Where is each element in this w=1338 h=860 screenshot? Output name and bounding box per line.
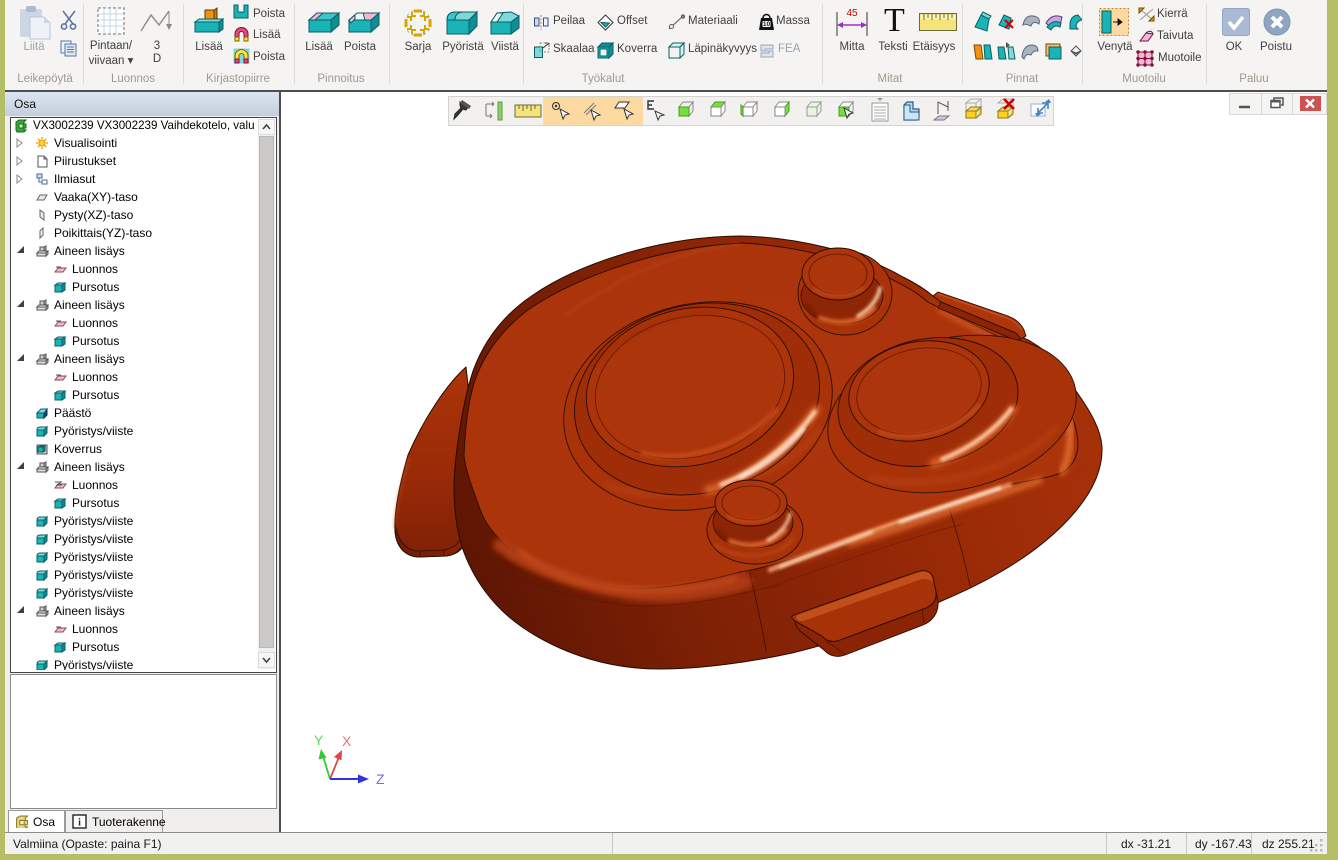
svg-text:i: i — [78, 818, 81, 829]
svg-text:Luonnos: Luonnos — [72, 316, 118, 330]
svg-text:Aineen lisäys: Aineen lisäys — [54, 352, 125, 366]
svg-text:Pursotus: Pursotus — [72, 640, 119, 654]
svg-text:Pyöristys/viiste: Pyöristys/viiste — [54, 424, 134, 438]
svg-text:Poikittais(YZ)-taso: Poikittais(YZ)-taso — [54, 226, 152, 240]
svg-text:Koverrus: Koverrus — [54, 442, 102, 456]
svg-text:Pysty(XZ)-taso: Pysty(XZ)-taso — [54, 208, 134, 222]
svg-text:Y: Y — [314, 732, 324, 748]
svg-text:VX3002239 VX3002239 Vaihdekote: VX3002239 VX3002239 Vaihdekotelo, valu — [33, 119, 255, 132]
svg-text:Visualisointi: Visualisointi — [54, 136, 117, 150]
svg-text:Aineen lisäys: Aineen lisäys — [54, 460, 125, 474]
svg-text:Pursotus: Pursotus — [72, 388, 119, 402]
svg-text:Luonnos: Luonnos — [72, 622, 118, 636]
svg-text:Pursotus: Pursotus — [72, 496, 119, 510]
svg-text:Luonnos: Luonnos — [72, 262, 118, 276]
svg-text:X: X — [342, 733, 352, 749]
svg-text:45: 45 — [846, 8, 858, 19]
svg-text:Pyöristys/viiste: Pyöristys/viiste — [54, 532, 134, 546]
svg-text:Aineen lisäys: Aineen lisäys — [54, 244, 125, 258]
svg-text:Päästö: Päästö — [54, 406, 92, 420]
svg-text:Pyöristys/viiste: Pyöristys/viiste — [54, 586, 134, 600]
svg-text:Z: Z — [376, 771, 385, 787]
svg-text:Pursotus: Pursotus — [72, 280, 119, 294]
svg-text:Pyöristys/viiste: Pyöristys/viiste — [54, 550, 134, 564]
svg-text:Luonnos: Luonnos — [72, 370, 118, 384]
svg-text:10: 10 — [763, 21, 771, 28]
svg-text:Piirustukset: Piirustukset — [54, 154, 117, 168]
svg-text:Luonnos: Luonnos — [72, 478, 118, 492]
svg-text:Pyöristys/viiste: Pyöristys/viiste — [54, 568, 134, 582]
svg-text:Ilmiasut: Ilmiasut — [54, 172, 96, 186]
svg-text:Pyöristys/viiste: Pyöristys/viiste — [54, 658, 134, 670]
svg-text:Pursotus: Pursotus — [72, 334, 119, 348]
svg-text:Aineen lisäys: Aineen lisäys — [54, 604, 125, 618]
svg-text:Pyöristys/viiste: Pyöristys/viiste — [54, 514, 134, 528]
svg-text:Vaaka(XY)-taso: Vaaka(XY)-taso — [54, 190, 138, 204]
svg-text:Aineen lisäys: Aineen lisäys — [54, 298, 125, 312]
